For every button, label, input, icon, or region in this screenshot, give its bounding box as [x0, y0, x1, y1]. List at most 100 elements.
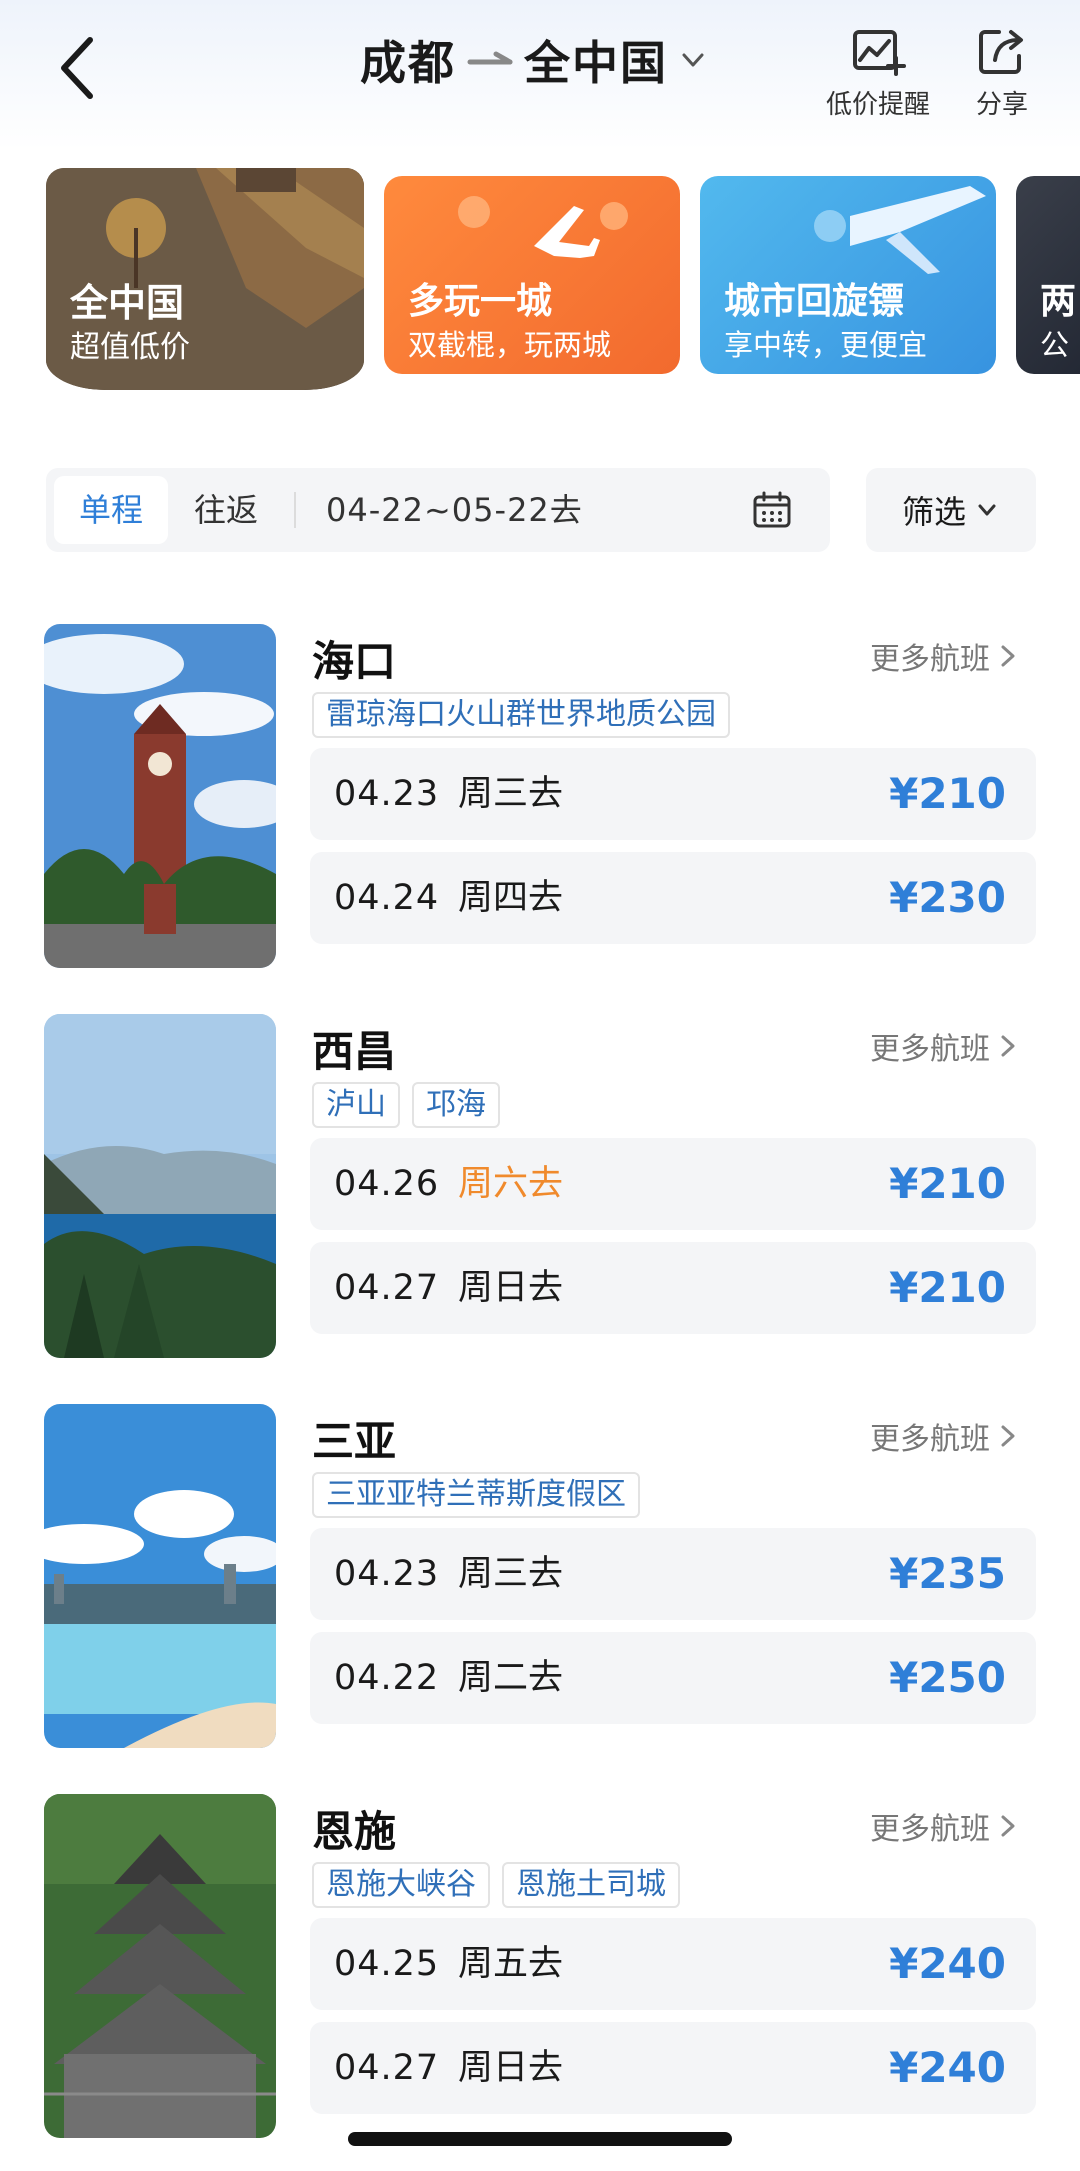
- promo-title: 两: [1040, 281, 1077, 322]
- chevron-right-icon: [1001, 1425, 1015, 1447]
- promo-title: 多玩一城: [408, 281, 553, 322]
- flight-weekday: 周日去: [458, 2048, 564, 2088]
- destination-name: 三亚: [312, 1417, 397, 1466]
- lake-mountain-photo: [44, 1014, 276, 1358]
- promo-subtitle: 双截棍，玩两城: [408, 328, 612, 362]
- attraction-tags: 雷琼海口火山群世界地质公园: [312, 692, 730, 738]
- attraction-tag[interactable]: 雷琼海口火山群世界地质公园: [312, 692, 730, 738]
- flight-option[interactable]: 04.26 周六去 ¥210: [310, 1138, 1036, 1230]
- flight-option[interactable]: 04.22 周二去 ¥250: [310, 1632, 1036, 1724]
- flight-date: 04.23: [334, 1554, 440, 1594]
- flight-option[interactable]: 04.25 周五去 ¥240: [310, 1918, 1036, 2010]
- chevron-right-icon: [1001, 645, 1015, 667]
- destination-name: 海口: [312, 637, 397, 686]
- flight-weekday: 周二去: [458, 1658, 564, 1698]
- price-alert-button[interactable]: 低价提醒: [818, 24, 938, 121]
- attraction-tag[interactable]: 邛海: [412, 1082, 500, 1128]
- share-button[interactable]: 分享: [942, 24, 1062, 121]
- tab-one-way[interactable]: 单程: [54, 476, 168, 544]
- chevron-right-icon: [1001, 1815, 1015, 1837]
- promo-subtitle: 享中转，更便宜: [724, 328, 928, 362]
- chevron-right-icon: [1001, 1035, 1015, 1057]
- promo-subtitle: 超值低价: [70, 330, 190, 365]
- share-icon: [979, 30, 1023, 74]
- more-flights-link[interactable]: 更多航班: [870, 1414, 1020, 1458]
- flight-date: 04.26: [334, 1164, 440, 1204]
- flight-date: 04.27: [334, 2048, 440, 2088]
- destination-city: 全中国: [524, 36, 668, 90]
- destination-photo: [44, 624, 276, 968]
- flight-price: ¥210: [889, 1159, 1006, 1208]
- app-screen: 成都 全中国 低价提醒 分享 全中国 超值低价 多玩一城 双截棍，玩两城 城市回…: [0, 0, 1080, 2171]
- flight-weekday: 周五去: [458, 1944, 564, 1984]
- promo-carousel: 全中国 超值低价 多玩一城 双截棍，玩两城 城市回旋镖 享中转，更便宜 两 公: [0, 168, 1080, 408]
- attraction-tag[interactable]: 恩施土司城: [502, 1862, 680, 1908]
- flight-date: 04.22: [334, 1658, 440, 1698]
- flight-price: ¥235: [889, 1549, 1006, 1598]
- flight-price: ¥210: [889, 1263, 1006, 1312]
- flight-date: 04.24: [334, 878, 440, 918]
- destination-card[interactable]: 三亚 更多航班 三亚亚特兰蒂斯度假区 04.23 周三去 ¥235 04.22 …: [0, 1404, 1080, 1764]
- flight-weekday: 周三去: [458, 1554, 564, 1594]
- date-range[interactable]: 04-22~05-22去: [326, 476, 583, 544]
- more-flights-link[interactable]: 更多航班: [870, 1024, 1020, 1068]
- flight-option[interactable]: 04.27 周日去 ¥210: [310, 1242, 1036, 1334]
- flight-price: ¥250: [889, 1653, 1006, 1702]
- promo-city-boomerang[interactable]: 城市回旋镖 享中转，更便宜: [700, 176, 996, 374]
- destination-photo: [44, 1014, 276, 1358]
- attraction-tag[interactable]: 恩施大峡谷: [312, 1862, 490, 1908]
- origin-city: 成都: [360, 36, 456, 90]
- price-alert-label: 低价提醒: [825, 90, 930, 120]
- flight-weekday: 周四去: [458, 878, 564, 918]
- flight-option[interactable]: 04.24 周四去 ¥230: [310, 852, 1036, 944]
- trip-filter-bar: 单程 往返 04-22~05-22去: [46, 468, 830, 552]
- more-flights-link[interactable]: 更多航班: [870, 634, 1020, 678]
- attraction-tag[interactable]: 泸山: [312, 1082, 400, 1128]
- flight-date: 04.25: [334, 1944, 440, 1984]
- destination-photo: [44, 1404, 276, 1748]
- more-flights-link[interactable]: 更多航班: [870, 1804, 1020, 1848]
- flight-date: 04.23: [334, 774, 440, 814]
- more-flights-label: 更多航班: [870, 1812, 990, 1847]
- more-flights-label: 更多航班: [870, 1032, 990, 1067]
- flight-price: ¥210: [889, 769, 1006, 818]
- chevron-down-icon: [682, 53, 704, 67]
- share-label: 分享: [975, 90, 1028, 120]
- calendar-icon[interactable]: [752, 490, 792, 530]
- destination-card[interactable]: 恩施 更多航班 恩施大峡谷 恩施土司城 04.25 周五去 ¥240 04.27…: [0, 1794, 1080, 2154]
- destination-name: 西昌: [312, 1027, 397, 1076]
- home-indicator[interactable]: [348, 2132, 732, 2146]
- price-chart-alert-icon: [853, 30, 906, 76]
- flight-option[interactable]: 04.23 周三去 ¥210: [310, 748, 1036, 840]
- attraction-tags: 三亚亚特兰蒂斯度假区: [312, 1472, 640, 1518]
- promo-subtitle: 公: [1040, 328, 1070, 362]
- promo-partial[interactable]: 两 公: [1016, 176, 1080, 374]
- flight-weekday: 周三去: [458, 774, 564, 814]
- filter-label: 筛选: [901, 493, 966, 531]
- promo-all-china[interactable]: 全中国 超值低价: [46, 168, 364, 390]
- route-selector[interactable]: 成都 全中国: [360, 28, 710, 92]
- promo-title: 城市回旋镖: [724, 281, 905, 322]
- flight-price: ¥240: [889, 1939, 1006, 1988]
- flight-option[interactable]: 04.23 周三去 ¥235: [310, 1528, 1036, 1620]
- pagoda-photo: [44, 1794, 276, 2138]
- clock-tower-photo: [44, 624, 276, 968]
- flight-weekday: 周日去: [458, 1268, 564, 1308]
- beach-resort-photo: [44, 1404, 276, 1748]
- flight-date: 04.27: [334, 1268, 440, 1308]
- destination-card[interactable]: 西昌 更多航班 泸山 邛海 04.26 周六去 ¥210 04.27 周日去 ¥…: [0, 1014, 1080, 1374]
- destination-card[interactable]: 海口 更多航班 雷琼海口火山群世界地质公园 04.23 周三去 ¥210 04.…: [0, 624, 1080, 984]
- attraction-tags: 泸山 邛海: [312, 1082, 500, 1128]
- tab-round-trip[interactable]: 往返: [180, 476, 272, 544]
- promo-one-more-city[interactable]: 多玩一城 双截棍，玩两城: [384, 176, 680, 374]
- flight-price: ¥230: [889, 873, 1006, 922]
- more-flights-label: 更多航班: [870, 1422, 990, 1457]
- attraction-tag[interactable]: 三亚亚特兰蒂斯度假区: [312, 1472, 640, 1518]
- promo-title: 全中国: [70, 281, 185, 325]
- filter-button[interactable]: 筛选: [866, 468, 1036, 552]
- flight-weekday: 周六去: [458, 1164, 564, 1204]
- flight-option[interactable]: 04.27 周日去 ¥240: [310, 2022, 1036, 2114]
- back-arrow-icon[interactable]: [50, 28, 110, 108]
- destination-name: 恩施: [312, 1807, 397, 1856]
- more-flights-label: 更多航班: [870, 642, 990, 677]
